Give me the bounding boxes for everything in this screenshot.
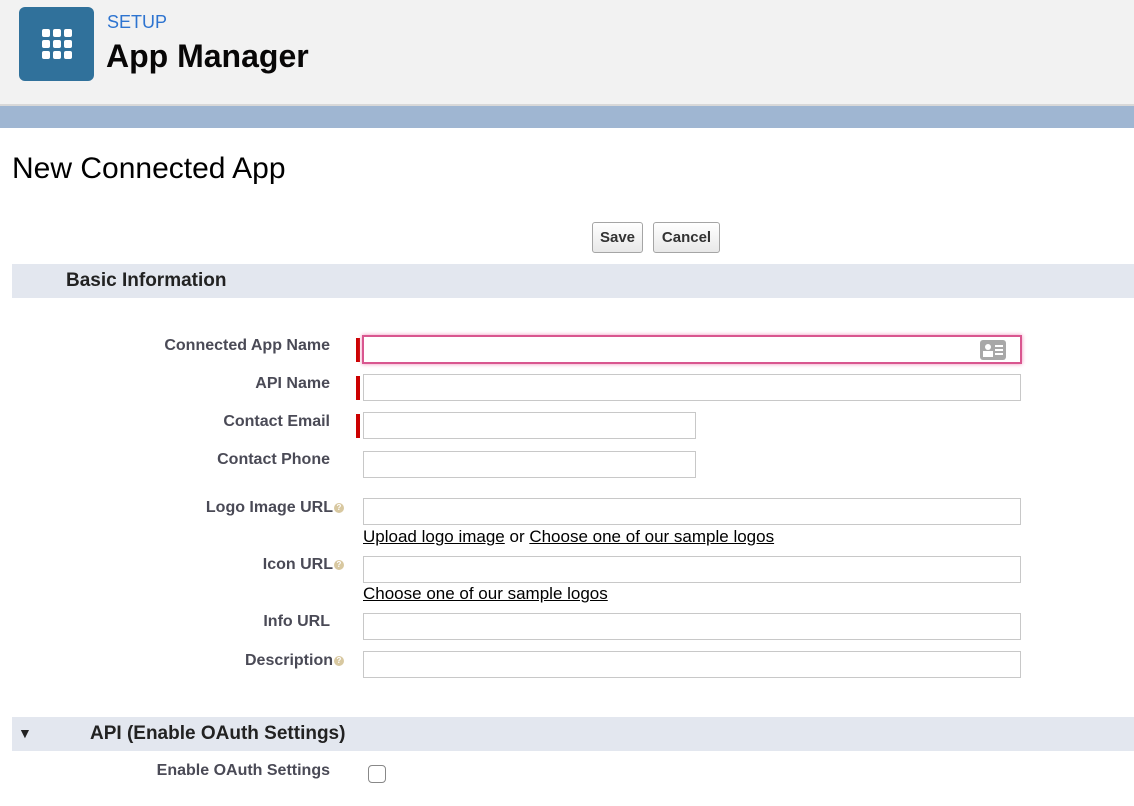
contact-email-input[interactable] [363,412,696,439]
icon-links: Choose one of our sample logos [363,584,608,604]
api-name-input[interactable] [363,374,1021,401]
label-contact-email: Contact Email [223,413,330,431]
section-api-oauth[interactable]: ▼ API (Enable OAuth Settings) [12,717,1134,751]
logo-image-url-input[interactable] [363,498,1021,525]
save-button[interactable]: Save [592,222,643,253]
required-marker [356,414,360,438]
required-marker [356,376,360,400]
description-input[interactable] [363,651,1021,678]
collapse-triangle-icon[interactable]: ▼ [18,725,32,741]
upload-logo-link[interactable]: Upload logo image [363,527,505,546]
decorative-band [0,106,1134,128]
help-icon[interactable]: ? [334,560,344,570]
connected-app-name-input[interactable] [362,335,1022,364]
help-icon[interactable]: ? [334,503,344,513]
label-icon-url: Icon URL? [263,556,344,574]
page-title: New Connected App [12,152,286,186]
section-basic-information: Basic Information [12,264,1134,298]
choose-sample-icon-link[interactable]: Choose one of our sample logos [363,584,608,603]
icon-url-input[interactable] [363,556,1021,583]
info-url-input[interactable] [363,613,1021,640]
required-marker [356,338,360,362]
label-contact-phone: Contact Phone [217,451,330,469]
label-enable-oauth: Enable OAuth Settings [157,762,330,780]
label-api-name: API Name [255,375,330,393]
help-icon[interactable]: ? [334,656,344,666]
logo-links: Upload logo image or Choose one of our s… [363,527,774,547]
cancel-button[interactable]: Cancel [653,222,720,253]
choose-sample-logo-link[interactable]: Choose one of our sample logos [529,527,774,546]
contact-phone-input[interactable] [363,451,696,478]
contact-card-icon[interactable] [980,340,1006,360]
setup-label: SETUP [107,12,167,33]
label-connected-app-name: Connected App Name [164,337,330,355]
app-launcher-icon [19,7,94,81]
label-logo-image-url: Logo Image URL? [206,499,344,517]
app-header: SETUP App Manager [0,0,1134,106]
label-description: Description? [245,652,344,670]
app-title: App Manager [106,38,309,75]
enable-oauth-checkbox[interactable] [368,765,386,783]
label-info-url: Info URL [263,613,330,631]
